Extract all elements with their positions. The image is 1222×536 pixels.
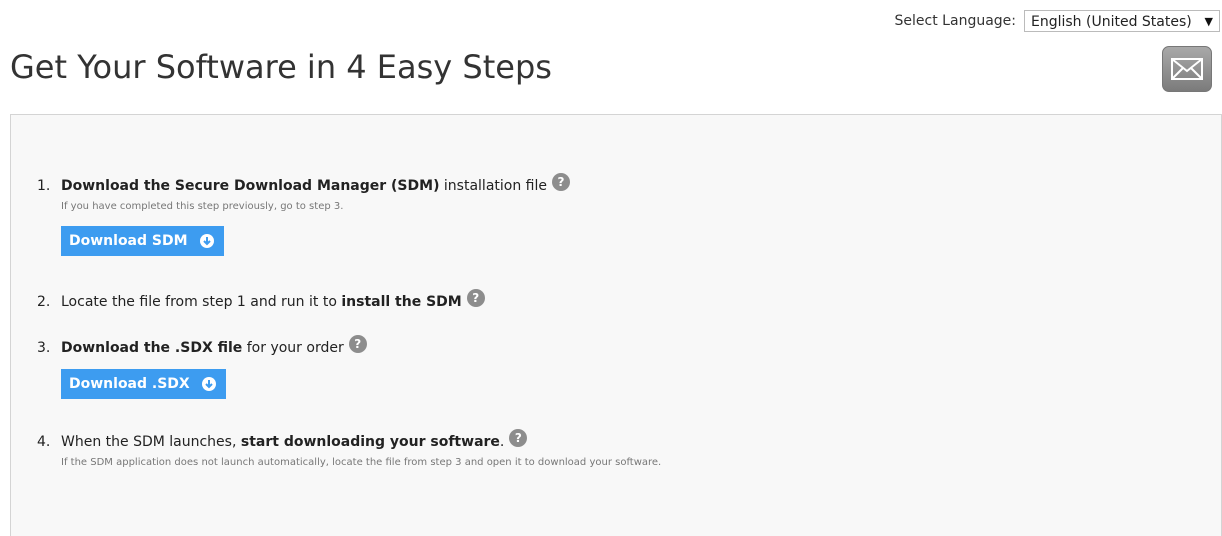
page-title: Get Your Software in 4 Easy Steps (10, 48, 552, 86)
step-number: 2. (37, 294, 51, 310)
steps-panel: 1. Download the Secure Download Manager … (10, 114, 1222, 536)
language-dropdown[interactable]: English (United States) ▼ (1024, 10, 1220, 32)
step-text-bold: install the SDM (341, 294, 462, 310)
step-text-rest: for your order (242, 340, 344, 356)
step-2: 2. Locate the file from step 1 and run i… (37, 289, 485, 311)
language-selected-value: English (United States) (1031, 14, 1192, 30)
download-arrow-icon (201, 377, 216, 391)
download-sdx-label: Download .SDX (69, 376, 190, 392)
language-selector: Select Language: English (United States)… (895, 10, 1220, 32)
step-text-bold: Download the .SDX file (61, 340, 243, 356)
download-sdm-button[interactable]: Download SDM (61, 226, 224, 256)
step-text-pre: Locate the file from step 1 and run it t… (61, 294, 342, 310)
page: Select Language: English (United States)… (0, 0, 1222, 536)
question-circle-icon[interactable]: ? (466, 289, 485, 307)
step-3: 3. Download the .SDX file for your order… (37, 335, 367, 399)
email-button[interactable] (1162, 46, 1212, 92)
envelope-icon (1171, 58, 1203, 80)
step-text-rest: . (499, 434, 505, 450)
step-text-rest: installation file (439, 178, 547, 194)
step-number: 1. (37, 178, 51, 194)
download-sdm-label: Download SDM (69, 233, 188, 249)
step-text-pre: When the SDM launches, (61, 434, 241, 450)
language-label: Select Language: (894, 13, 1016, 29)
download-arrow-icon (199, 234, 214, 248)
step-text: When the SDM launches, start downloading… (61, 434, 504, 450)
step-number: 4. (37, 434, 51, 450)
step-text: Locate the file from step 1 and run it t… (61, 294, 462, 310)
step-text-bold: Download the Secure Download Manager (SD… (61, 178, 440, 194)
step-text: Download the .SDX file for your order (61, 340, 344, 356)
download-sdx-button[interactable]: Download .SDX (61, 369, 226, 399)
step-1: 1. Download the Secure Download Manager … (37, 173, 701, 256)
step-text-bold: start downloading your software (240, 434, 500, 450)
step-4: 4. When the SDM launches, start download… (37, 429, 701, 472)
caret-down-icon: ▼ (1204, 15, 1213, 28)
step-text: Download the Secure Download Manager (SD… (61, 178, 547, 194)
question-circle-icon[interactable]: ? (348, 335, 367, 353)
question-circle-icon[interactable]: ? (509, 429, 528, 447)
step-number: 3. (37, 340, 51, 356)
step-note: If you have completed this step previous… (61, 201, 344, 212)
question-circle-icon[interactable]: ? (552, 173, 570, 191)
step-note: If the SDM application does not launch a… (61, 457, 662, 468)
